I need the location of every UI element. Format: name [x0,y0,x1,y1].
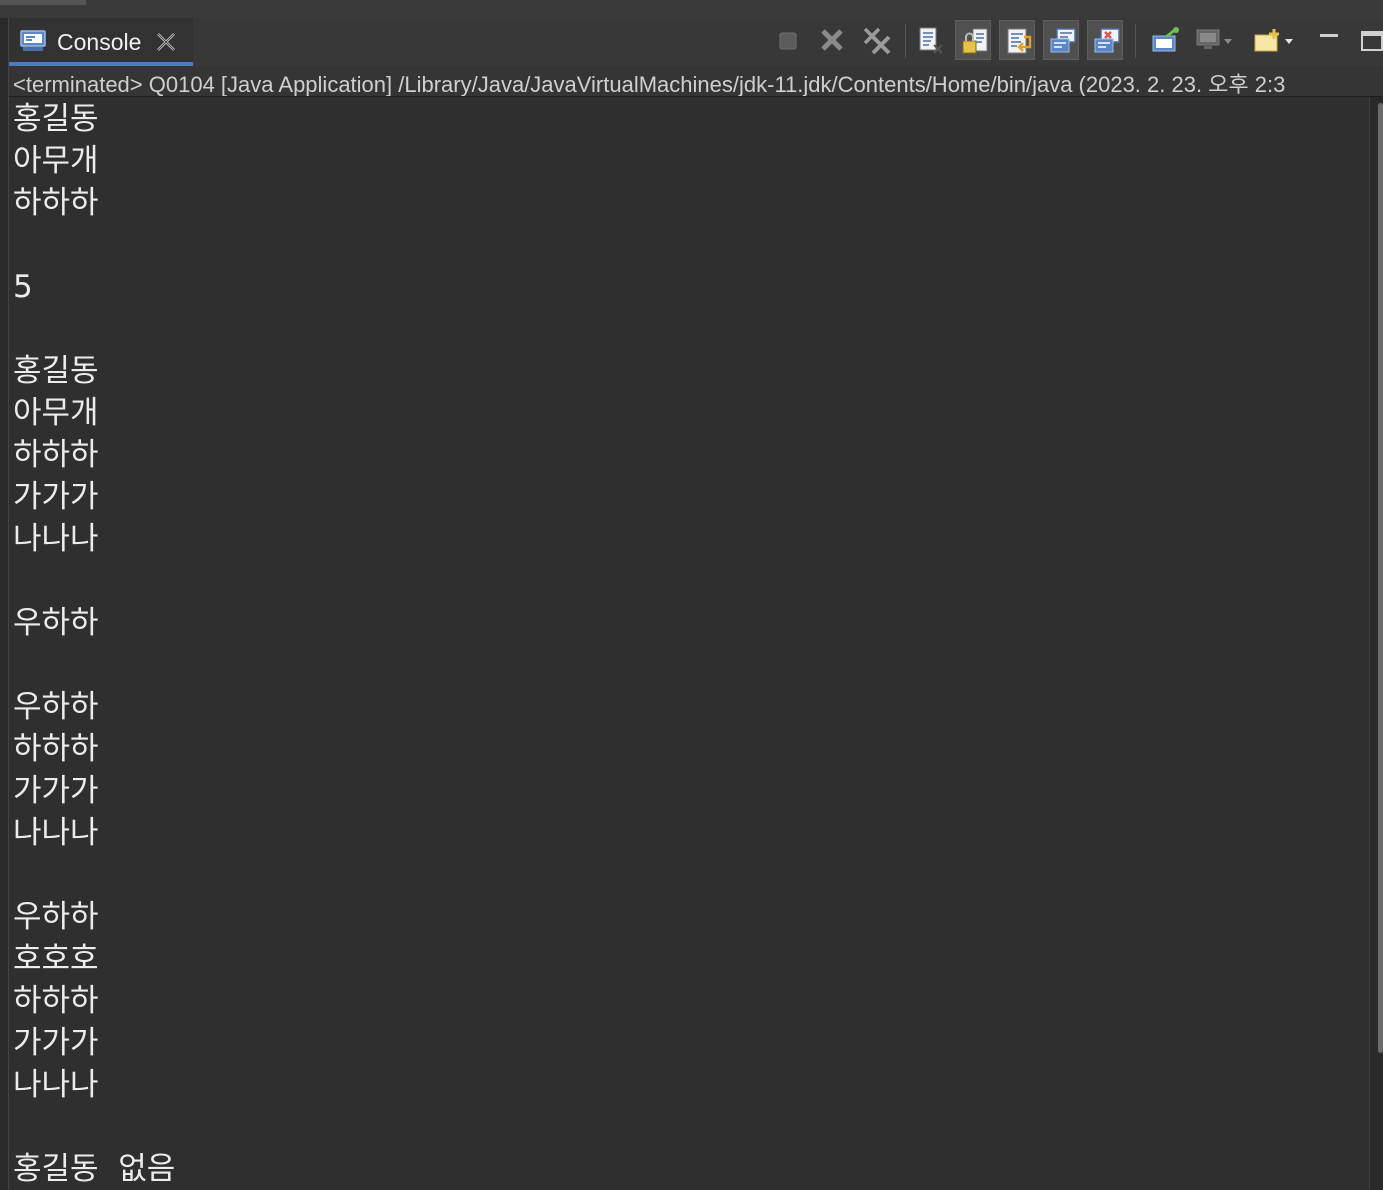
console-output-line: 나나나 [13,1067,99,1103]
show-on-stderr-button[interactable] [1087,20,1123,60]
console-output-line: 하하하 [13,437,99,473]
console-output[interactable]: 홍길동 아무개 하하하 5 홍길동 아무개 하하하 가가가 나나나 우하하 우하하 하하하 가가가 나나나… [9,97,1369,1190]
maximize-button[interactable] [1352,20,1383,60]
vertical-scrollbar[interactable] [1369,97,1383,1190]
console-output-line: 호호호 [13,941,99,977]
word-wrap-button[interactable] [999,20,1035,60]
console-output-line: 아무개 [13,395,99,431]
console-icon [20,30,46,52]
console-output-line: 하하하 [13,185,99,221]
console-output-line: 우하하 [13,899,99,935]
window-top-strip [0,0,1383,19]
console-output-line: 우하하 [13,689,99,725]
display-selected-console-button[interactable] [1190,20,1232,60]
console-output-line: 가가가 [13,1025,99,1061]
console-output-line: 가가가 [13,773,99,809]
console-output-line: 하하하 [13,983,99,1019]
console-output-line: 홍길동 [13,101,99,137]
console-output-line: 홍길동 없음 [13,1151,176,1187]
toolbar-separator [1135,24,1136,58]
view-left-border [0,18,9,1190]
console-output-line: 5 [13,269,33,305]
clear-console-button[interactable] [911,20,947,60]
console-output-line: 홍길동 [13,353,99,389]
console-output-line: 아무개 [13,143,99,179]
scroll-lock-button[interactable] [955,20,991,60]
scrollbar-thumb[interactable] [1378,103,1383,1053]
terminate-button[interactable] [770,20,806,60]
console-status-line: <terminated> Q0104 [Java Application] /L… [9,66,1383,97]
console-output-line: 나나나 [13,815,99,851]
remove-launch-button[interactable] [814,20,850,60]
minimize-button[interactable] [1310,20,1346,60]
remove-all-terminated-button[interactable] [858,20,894,60]
toolbar-separator [905,24,906,58]
top-strip-segment [0,0,86,5]
tab-console-label: Console [57,29,142,55]
show-on-stdout-button[interactable] [1043,20,1079,60]
close-icon[interactable] [155,31,177,53]
tab-console[interactable]: Console [9,18,193,66]
console-output-line: 가가가 [13,479,99,515]
console-output-line: 나나나 [13,521,99,557]
console-output-line: 우하하 [13,605,99,641]
console-output-line: 하하하 [13,731,99,767]
open-console-button[interactable] [1248,20,1293,60]
process-description: <terminated> Q0104 [Java Application] /L… [13,72,1286,97]
pin-console-button[interactable] [1146,20,1182,60]
